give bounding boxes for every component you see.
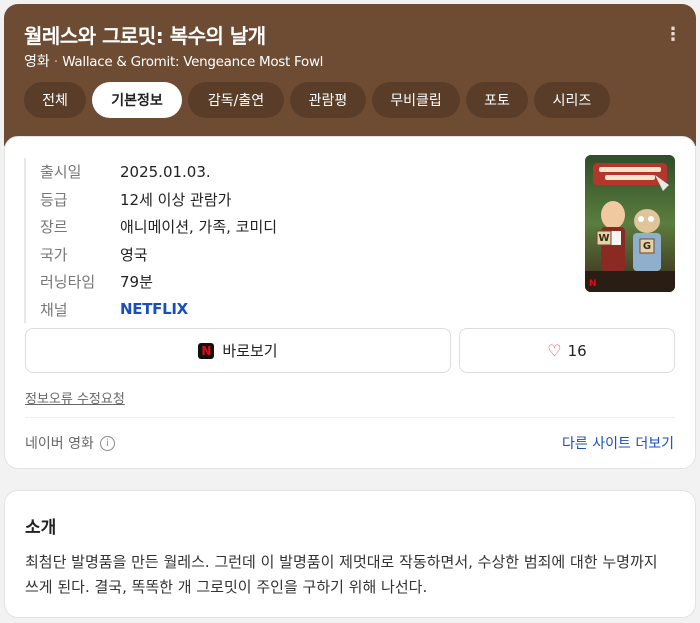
more-options-icon[interactable]: ⋮ xyxy=(664,26,682,44)
info-list: 출시일 2025.01.03. 등급 12세 이상 관람가 장르 애니메이션, … xyxy=(24,158,564,323)
watch-now-button[interactable]: N 바로보기 xyxy=(25,328,451,373)
info-label: 국가 xyxy=(40,245,68,264)
tab-movie-clips[interactable]: 무비클립 xyxy=(372,82,460,118)
report-error-link[interactable]: 정보오류 수정요청 xyxy=(25,388,125,407)
info-row-rating: 등급 12세 이상 관람가 xyxy=(40,186,564,214)
heart-icon: ♡ xyxy=(547,341,562,360)
category-label: 영화 xyxy=(24,54,50,70)
info-value: 79분 xyxy=(120,273,153,292)
tab-basic-info[interactable]: 기본정보 xyxy=(92,82,182,118)
like-count: 16 xyxy=(567,341,587,360)
info-label: 장르 xyxy=(40,218,68,237)
watch-now-label: 바로보기 xyxy=(222,342,278,360)
info-value: 영국 xyxy=(120,245,148,264)
tab-bar: 전체 기본정보 감독/출연 관람평 무비클립 포토 시리즈 xyxy=(24,82,610,118)
poster-block-w: W xyxy=(598,232,610,244)
tab-series[interactable]: 시리즈 xyxy=(534,82,610,118)
tab-director-cast[interactable]: 감독/출연 xyxy=(188,82,284,118)
intro-title: 소개 xyxy=(25,518,57,538)
poster-image xyxy=(585,155,675,292)
info-value: 2025.01.03. xyxy=(120,162,211,181)
info-row-channel: 채널 NETFLIX xyxy=(40,296,564,324)
channel-link[interactable]: NETFLIX xyxy=(120,300,188,318)
source-name: 네이버 영화 xyxy=(25,436,94,452)
separator-dot: · xyxy=(53,54,59,70)
poster-netflix-badge: N xyxy=(589,279,597,289)
info-icon[interactable]: i xyxy=(99,435,115,451)
tab-reviews[interactable]: 관람평 xyxy=(290,82,366,118)
tab-photos[interactable]: 포토 xyxy=(466,82,528,118)
divider xyxy=(25,417,675,418)
tab-all[interactable]: 전체 xyxy=(24,82,86,118)
movie-subtitle: 영화 · Wallace & Gromit: Vengeance Most Fowl xyxy=(24,51,323,71)
like-button[interactable]: ♡ 16 xyxy=(459,328,675,373)
movie-title: 월레스와 그로밋: 복수의 날개 xyxy=(24,24,266,48)
info-row-runtime: 러닝타임 79분 xyxy=(40,268,564,296)
info-row-release: 출시일 2025.01.03. xyxy=(40,158,564,186)
info-label: 등급 xyxy=(40,190,68,209)
intro-text: 최첨단 발명품을 만든 월레스. 그런데 이 발명품이 제멋대로 작동하면서, … xyxy=(25,553,658,596)
info-value: 애니메이션, 가족, 코미디 xyxy=(120,218,278,237)
other-sites-link[interactable]: 다른 사이트 더보기 xyxy=(562,433,674,453)
netflix-icon: N xyxy=(198,342,215,359)
movie-poster[interactable]: W G N xyxy=(585,155,675,292)
poster-block-g: G xyxy=(642,240,652,252)
info-label: 출시일 xyxy=(40,163,82,182)
source-label: 네이버 영화 i xyxy=(25,433,115,453)
original-title: Wallace & Gromit: Vengeance Most Fowl xyxy=(62,54,324,70)
info-label: 러닝타임 xyxy=(40,273,96,292)
info-row-country: 국가 영국 xyxy=(40,241,564,269)
info-row-genre: 장르 애니메이션, 가족, 코미디 xyxy=(40,213,564,241)
info-label: 채널 xyxy=(40,300,68,319)
info-value: 12세 이상 관람가 xyxy=(120,190,232,209)
